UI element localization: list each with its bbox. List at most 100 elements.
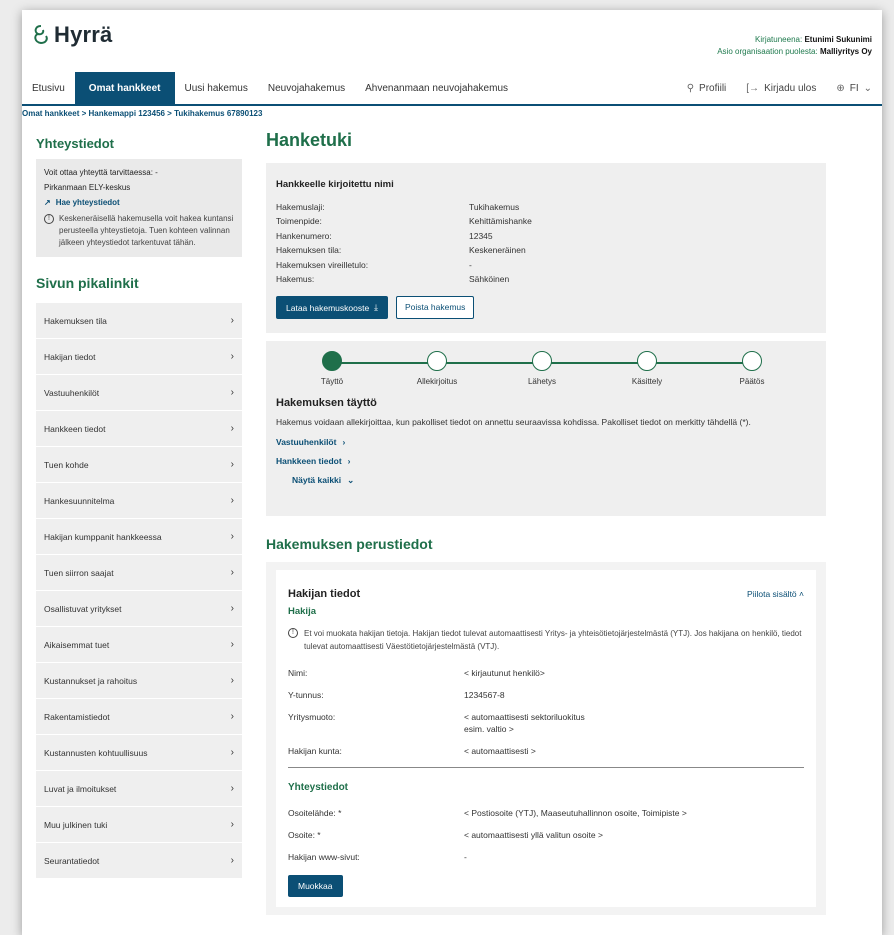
show-all-button[interactable]: Näytä kaikki ⌄: [292, 475, 816, 486]
contact-title: Yhteystiedot: [36, 136, 115, 151]
chevron-down-icon: ⌄: [863, 82, 872, 94]
progress-step: Allekirjoitus: [402, 351, 472, 386]
quick-link-label: Aikaisemmat tuet: [44, 639, 110, 650]
contact-value: < Postiosoite (YTJ), Maaseutuhallinnon o…: [464, 808, 687, 819]
chevron-right-icon: ›: [230, 855, 234, 866]
quick-link-item[interactable]: Tuen siirron saajat ›: [36, 555, 242, 591]
step-label: Käsittely: [631, 377, 663, 387]
chevron-right-icon: ›: [342, 437, 346, 448]
chevron-right-icon: ›: [230, 675, 234, 686]
logo[interactable]: Hyrrä: [32, 22, 112, 48]
applicant-card: Hakijan tiedot Piilota sisältö ˄ Hakija …: [276, 570, 816, 908]
applicant-key: Yritysmuoto:: [288, 712, 336, 723]
info-icon: !: [44, 214, 54, 224]
contact-value: < automaattisesti yllä valitun osoite >: [464, 830, 603, 841]
summary-row: Toimenpide: Kehittämishanke: [276, 214, 816, 228]
chevron-right-icon: ›: [230, 351, 234, 362]
tab-omat-hankkeet[interactable]: Omat hankkeet: [74, 72, 175, 104]
progress-card: Täyttö Allekirjoitus Lähetys Käsittely Päätö…: [266, 341, 826, 517]
edit-button[interactable]: Muokkaa: [288, 875, 343, 898]
quick-link-item[interactable]: Rakentamistiedot ›: [36, 699, 242, 735]
progress-step: Täyttö: [297, 351, 367, 386]
applicant-row: Y-tunnus: 1234567-8: [288, 689, 804, 701]
chevron-right-icon: ›: [230, 603, 234, 614]
delete-application-button[interactable]: Poista hakemus: [395, 296, 475, 320]
quick-link-item[interactable]: Osallistuvat yritykset ›: [36, 591, 242, 627]
step-label: Täyttö: [320, 377, 344, 387]
applicant-value-wrap: 1234567-8: [464, 689, 505, 701]
applicant-value-wrap: < automaattisesti sektoriluokitus esim. v…: [464, 711, 585, 735]
applicant-note-text: Et voi muokata hakijan tietoja. Hakijan …: [304, 629, 802, 652]
step-dot: [742, 351, 762, 372]
download-summary-button[interactable]: Lataa hakemuskooste ⤓: [276, 296, 388, 320]
get-contacts-link[interactable]: ↗ Hae yhteystiedot: [44, 197, 234, 209]
quick-link-item[interactable]: Kustannukset ja rahoitus ›: [36, 663, 242, 699]
summary-row: Hakemuksen vireilletulo: -: [276, 258, 816, 272]
summary-value: Tukihakemus: [469, 202, 520, 212]
applicant-note: ! Et voi muokata hakijan tietoja. Hakija…: [288, 627, 804, 653]
quick-link-item[interactable]: Luvat ja ilmoitukset ›: [36, 771, 242, 807]
contact-org: Pirkanmaan ELY-keskus: [44, 183, 131, 192]
chevron-right-icon: ›: [347, 456, 351, 467]
progress-stepper: Täyttö Allekirjoitus Lähetys Käsittely Päätö…: [290, 351, 802, 393]
link-hankkeen-tiedot[interactable]: Hankkeen tiedot ›: [276, 456, 816, 466]
contact-value: -: [464, 852, 467, 863]
logout-label: Kirjadu ulos: [764, 82, 817, 94]
applicant-value: < automaattisesti >: [464, 746, 536, 757]
contact-row: Osoitelähde: * < Postiosoite (YTJ), Maase…: [288, 807, 804, 819]
quick-link-item[interactable]: Hankkeen tiedot ›: [36, 411, 242, 447]
progress-step: Päätös: [717, 351, 787, 386]
summary-value: 12345: [469, 230, 493, 241]
language-select[interactable]: ⊕ FI ⌄: [826, 72, 882, 104]
progress-step: Käsittely: [612, 351, 682, 386]
profile-link[interactable]: ⚲ Profiili: [677, 72, 737, 104]
applicant-value: < automaattisesti sektoriluokitus: [464, 712, 585, 723]
breadcrumb[interactable]: Omat hankkeet > Hankemappi 123456 > Tuki…: [22, 109, 262, 118]
download-icon: ⤓: [374, 302, 378, 313]
summary-key: Hakemuksen tila:: [276, 245, 342, 256]
summary-key: Hakemuksen vireilletulo:: [276, 259, 369, 270]
link-hankkeen-tiedot-label: Hankkeen tiedot: [276, 456, 342, 467]
quick-link-item[interactable]: Hankesuunnitelma ›: [36, 483, 242, 519]
summary-card: Hankkeelle kirjoitettu nimi Hakemuslaji:…: [266, 163, 826, 334]
hide-content-button[interactable]: Piilota sisältö ˄: [747, 589, 804, 599]
step-label: Allekirjoitus: [416, 377, 458, 387]
link-vastuuhenkilot[interactable]: Vastuuhenkilöt ›: [276, 437, 816, 447]
quick-link-item[interactable]: Hakijan tiedot ›: [36, 339, 242, 375]
quick-link-label: Seurantatiedot: [44, 855, 100, 866]
chevron-right-icon: ›: [230, 567, 234, 578]
quick-link-item[interactable]: Hakemuksen tila ›: [36, 303, 242, 339]
quick-link-item[interactable]: Kustannusten kohtuullisuus ›: [36, 735, 242, 771]
applicant-title: Hakijan tiedot: [288, 588, 361, 601]
quick-link-item[interactable]: Vastuuhenkilöt ›: [36, 375, 242, 411]
applicant-section: Hakijan tiedot Piilota sisältö ˄ Hakija …: [266, 562, 826, 916]
quick-link-item[interactable]: Seurantatiedot ›: [36, 843, 242, 879]
quick-link-item[interactable]: Muu julkinen tuki ›: [36, 807, 242, 843]
user-info: Kirjatuneena: Etunimi Sukunimi Asio orga…: [717, 34, 872, 58]
applicant-row: Hakijan kunta: < automaattisesti >: [288, 745, 804, 757]
quick-link-item[interactable]: Tuen kohde ›: [36, 447, 242, 483]
applicant-value-extra: esim. valtio >: [464, 724, 514, 735]
tab-etusivu[interactable]: Etusivu: [22, 72, 75, 104]
quick-link-label: Vastuuhenkilöt: [44, 387, 100, 398]
chevron-right-icon: ›: [230, 423, 234, 434]
applicant-header: Hakijan tiedot Piilota sisältö ˄: [288, 588, 804, 600]
quick-link-item[interactable]: Hakijan kumppanit hankkeessa ›: [36, 519, 242, 555]
tab-ahvenanmaan-neuvojahakemus[interactable]: Ahvenanmaan neuvojahakemus: [355, 72, 518, 104]
tab-neuvojahakemus[interactable]: Neuvojahakemus: [258, 72, 355, 104]
contact-row: Osoite: * < automaattisesti yllä valitun …: [288, 829, 804, 841]
quick-link-label: Muu julkinen tuki: [44, 819, 108, 830]
show-all-label: Näytä kaikki: [292, 475, 342, 486]
summary-key: Hankenumero:: [276, 230, 332, 241]
quick-link-label: Hankkeen tiedot: [44, 423, 106, 434]
quick-link-item[interactable]: Aikaisemmat tuet ›: [36, 627, 242, 663]
app-window: Hyrrä Kirjatuneena: Etunimi Sukunimi Asi…: [22, 10, 882, 935]
step-label: Lähetys: [527, 377, 557, 387]
chevron-right-icon: ›: [230, 495, 234, 506]
chevron-right-icon: ›: [230, 459, 234, 470]
logout-link[interactable]: [→ Kirjadu ulos: [736, 72, 826, 104]
summary-row: Hankenumero: 12345: [276, 229, 816, 243]
link-vastuuhenkilot-label: Vastuuhenkilöt: [276, 437, 337, 448]
globe-icon: ⊕: [836, 82, 845, 94]
tab-uusi-hakemus[interactable]: Uusi hakemus: [175, 72, 258, 104]
